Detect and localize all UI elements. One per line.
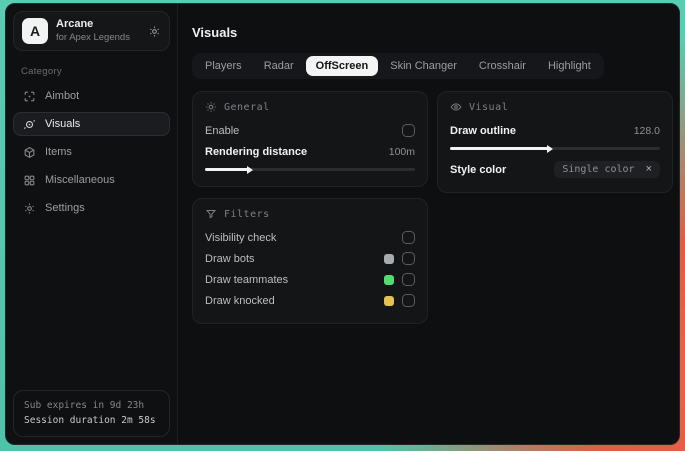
app-header-card: A Arcane for Apex Legends	[13, 11, 170, 51]
draw-outline-value: 128.0	[633, 124, 660, 137]
visibility-check-label: Visibility check	[205, 231, 277, 244]
sidebar-item-label: Items	[45, 146, 72, 158]
tab-bar: Players Radar OffScreen Skin Changer Cro…	[192, 53, 604, 79]
draw-teammates-color-swatch[interactable]	[384, 274, 394, 285]
sidebar-item-aimbot[interactable]: Aimbot	[13, 84, 170, 108]
grid-icon	[23, 174, 36, 187]
draw-outline-row: Draw outline 128.0	[450, 120, 660, 141]
draw-outline-slider[interactable]	[450, 144, 660, 153]
sidebar-item-label: Visuals	[45, 118, 81, 130]
draw-teammates-checkbox[interactable]	[402, 273, 415, 286]
style-color-label: Style color	[450, 163, 507, 176]
draw-bots-label: Draw bots	[205, 252, 255, 265]
draw-outline-label: Draw outline	[450, 124, 517, 137]
app-logo: A	[22, 18, 48, 44]
rendering-distance-label: Rendering distance	[205, 145, 308, 158]
sidebar-item-visuals[interactable]: Visuals	[13, 112, 170, 136]
sidebar-item-miscellaneous[interactable]: Miscellaneous	[13, 168, 170, 192]
eye-icon	[450, 101, 462, 113]
enable-row: Enable	[205, 120, 415, 141]
sidebar-item-label: Settings	[45, 202, 85, 214]
general-panel-header: General	[205, 101, 415, 113]
visual-panel-header: Visual	[450, 101, 660, 113]
draw-teammates-row: Draw teammates	[205, 269, 415, 290]
general-panel: General Enable Rendering distance 100m	[192, 91, 428, 187]
filters-panel: Filters Visibility check Draw bots Draw …	[192, 198, 428, 324]
app-subtitle: for Apex Legends	[56, 31, 130, 43]
draw-knocked-row: Draw knocked	[205, 290, 415, 311]
category-label: Category	[21, 66, 62, 77]
clear-icon[interactable]: ×	[646, 164, 652, 175]
sidebar-item-items[interactable]: Items	[13, 140, 170, 164]
draw-bots-checkbox[interactable]	[402, 252, 415, 265]
sidebar-item-label: Aimbot	[45, 90, 80, 102]
tab-crosshair[interactable]: Crosshair	[469, 56, 536, 76]
draw-teammates-label: Draw teammates	[205, 273, 289, 286]
enable-checkbox[interactable]	[402, 124, 415, 137]
slider-fill	[450, 144, 553, 153]
slider-thumb[interactable]	[247, 165, 254, 174]
session-duration-text: Session duration 2m 58s	[24, 415, 156, 427]
draw-knocked-color-swatch[interactable]	[384, 295, 394, 306]
panels-left-column: General Enable Rendering distance 100m F…	[192, 91, 428, 324]
visual-panel: Visual Draw outline 128.0 Style color Si…	[437, 91, 673, 193]
eye-scan-icon	[23, 118, 36, 131]
general-panel-title: General	[224, 101, 270, 113]
draw-knocked-label: Draw knocked	[205, 294, 275, 307]
draw-bots-color-swatch[interactable]	[384, 253, 394, 264]
tab-radar[interactable]: Radar	[254, 56, 304, 76]
gear-icon[interactable]	[148, 25, 161, 38]
rendering-distance-slider[interactable]	[205, 165, 415, 174]
panels: General Enable Rendering distance 100m F…	[192, 91, 673, 324]
slider-fill	[205, 165, 254, 174]
sidebar-item-label: Miscellaneous	[45, 174, 115, 186]
filters-panel-title: Filters	[224, 208, 270, 220]
style-color-select[interactable]: Single color ×	[554, 161, 660, 178]
enable-label: Enable	[205, 124, 240, 137]
sidebar-nav: Aimbot Visuals Items Miscellaneous Setti…	[13, 84, 170, 220]
app-name: Arcane	[56, 18, 94, 31]
filters-panel-header: Filters	[205, 208, 415, 220]
crosshair-icon	[23, 90, 36, 103]
main-content: Visuals Players Radar OffScreen Skin Cha…	[178, 4, 679, 444]
tab-skin-changer[interactable]: Skin Changer	[380, 56, 467, 76]
slider-thumb[interactable]	[546, 144, 553, 153]
funnel-icon	[205, 208, 217, 220]
draw-bots-row: Draw bots	[205, 248, 415, 269]
tab-highlight[interactable]: Highlight	[538, 56, 601, 76]
tab-offscreen[interactable]: OffScreen	[305, 56, 379, 76]
visibility-check-checkbox[interactable]	[402, 231, 415, 244]
sun-icon	[205, 101, 217, 113]
app-meta: Arcane for Apex Legends	[56, 18, 130, 44]
draw-knocked-checkbox[interactable]	[402, 294, 415, 307]
panels-right-column: Visual Draw outline 128.0 Style color Si…	[437, 91, 673, 193]
sub-expires-text: Sub expires in 9d 23h	[24, 399, 145, 411]
visibility-check-row: Visibility check	[205, 227, 415, 248]
sidebar: A Arcane for Apex Legends Category Aimbo…	[6, 4, 178, 444]
visual-panel-title: Visual	[469, 101, 509, 113]
rendering-distance-value: 100m	[388, 145, 415, 158]
gear-icon	[23, 202, 36, 215]
tab-players[interactable]: Players	[195, 56, 252, 76]
style-color-selected-value: Single color	[562, 164, 635, 175]
cube-icon	[23, 146, 36, 159]
subscription-card: Sub expires in 9d 23h Session duration 2…	[13, 389, 170, 437]
page-title: Visuals	[192, 25, 238, 40]
style-color-row: Style color Single color ×	[450, 159, 660, 180]
sidebar-item-settings[interactable]: Settings	[13, 196, 170, 220]
rendering-distance-row: Rendering distance 100m	[205, 141, 415, 162]
app-window: A Arcane for Apex Legends Category Aimbo…	[5, 3, 680, 445]
